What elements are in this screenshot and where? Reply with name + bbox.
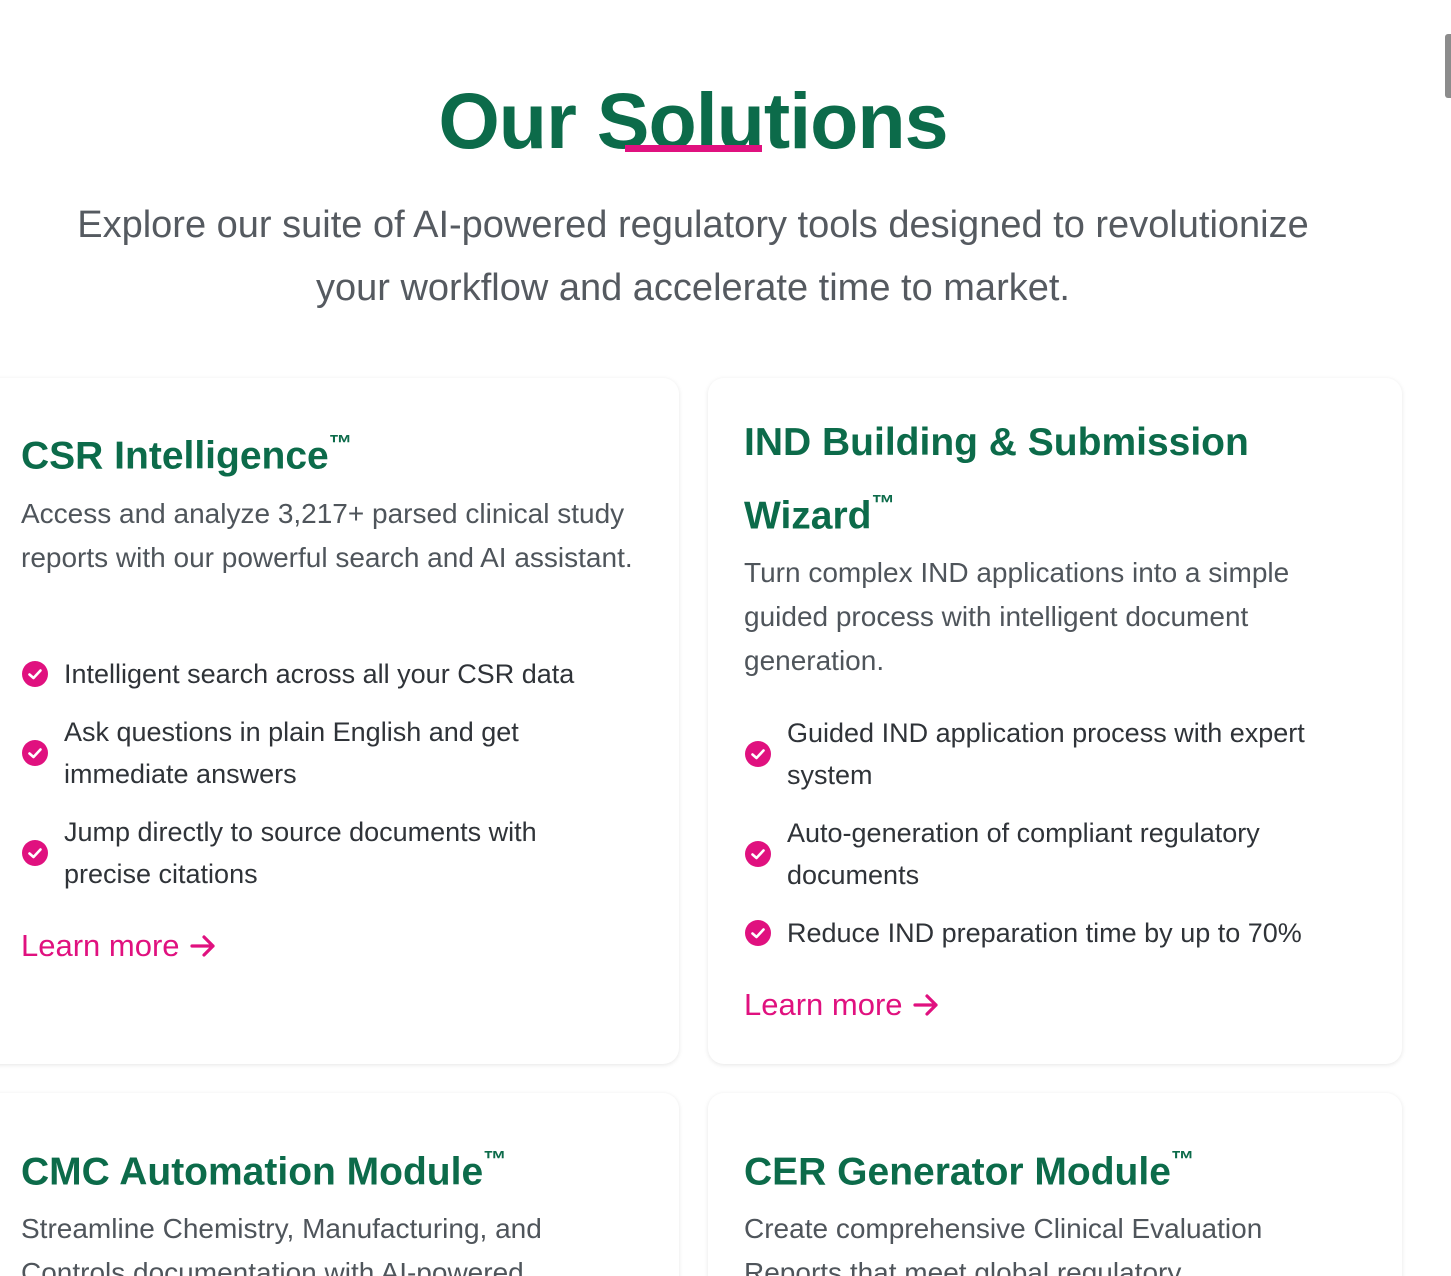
section-intro-line-1: Explore our suite of AI-powered regulato… <box>77 204 1309 246</box>
solution-card-cmc-automation: CMC Automation Module™ Streamline Chemis… <box>0 1093 679 1276</box>
feature-text: Jump directly to source documents with p… <box>64 817 537 889</box>
feature-text: Intelligent search across all your CSR d… <box>64 659 575 689</box>
feature-list: Intelligent search across all your CSR d… <box>21 653 651 911</box>
card-title-text: IND Building & Submission Wizard <box>744 421 1249 538</box>
feature-item: Ask questions in plain English and get i… <box>21 711 651 795</box>
solution-card-ind-wizard: IND Building & Submission Wizard™ Turn c… <box>708 378 1402 1064</box>
arrow-right-icon <box>189 935 215 957</box>
check-circle-icon <box>22 661 48 687</box>
solutions-page: Our Solutions Explore our suite of AI-po… <box>0 0 1451 1276</box>
section-intro: Explore our suite of AI-powered regulato… <box>0 194 1386 320</box>
card-title-text: CER Generator Module <box>744 1150 1171 1194</box>
feature-text: Ask questions in plain English and get i… <box>64 717 519 789</box>
arrow-right-icon <box>912 994 938 1016</box>
feature-item: Auto-generation of compliant regulatory … <box>744 812 1374 896</box>
card-title: CER Generator Module™ <box>744 1129 1374 1203</box>
feature-text: Guided IND application process with expe… <box>787 718 1305 790</box>
trademark-symbol: ™ <box>483 1146 507 1172</box>
check-circle-icon <box>745 741 771 767</box>
learn-more-link[interactable]: Learn more <box>21 926 218 966</box>
feature-text: Auto-generation of compliant regulatory … <box>787 818 1260 890</box>
card-title: CSR Intelligence™ <box>21 413 661 487</box>
feature-item: Jump directly to source documents with p… <box>21 811 651 895</box>
check-circle-icon <box>745 920 771 946</box>
card-title: IND Building & Submission Wizard™ <box>744 413 1304 547</box>
check-circle-icon <box>745 841 771 867</box>
trademark-symbol: ™ <box>1170 1146 1195 1172</box>
trademark-symbol: ™ <box>871 490 895 516</box>
check-circle-icon <box>22 740 48 766</box>
title-underline <box>625 145 762 152</box>
card-title-text: CSR Intelligence <box>21 434 329 478</box>
solution-card-cer-generator: CER Generator Module™ Create comprehensi… <box>708 1093 1402 1276</box>
feature-text: Reduce IND preparation time by up to 70% <box>787 918 1302 948</box>
card-description: Turn complex IND applications into a sim… <box>744 557 1290 676</box>
card-title: CMC Automation Module™ <box>21 1129 661 1203</box>
feature-list: Guided IND application process with expe… <box>744 712 1374 970</box>
feature-item: Reduce IND preparation time by up to 70% <box>744 912 1374 954</box>
feature-item: Guided IND application process with expe… <box>744 712 1374 796</box>
learn-more-label: Learn more <box>744 987 903 1022</box>
check-circle-icon <box>22 840 48 866</box>
section-intro-line-2: your workflow and accelerate time to mar… <box>316 267 1070 309</box>
scrollbar-thumb[interactable] <box>1445 34 1451 98</box>
solution-card-csr-intelligence: CSR Intelligence™ Access and analyze 3,2… <box>0 378 679 1064</box>
feature-item: Intelligent search across all your CSR d… <box>21 653 651 695</box>
card-description: Create comprehensive Clinical Evaluation… <box>744 1213 1263 1276</box>
card-description: Streamline Chemistry, Manufacturing, and… <box>21 1213 542 1276</box>
card-title-text: CMC Automation Module <box>21 1150 484 1194</box>
learn-more-label: Learn more <box>21 928 180 963</box>
trademark-symbol: ™ <box>328 430 353 456</box>
card-description: Access and analyze 3,217+ parsed clinica… <box>21 498 633 573</box>
learn-more-link[interactable]: Learn more <box>744 985 941 1025</box>
section-title: Our Solutions <box>438 75 948 165</box>
